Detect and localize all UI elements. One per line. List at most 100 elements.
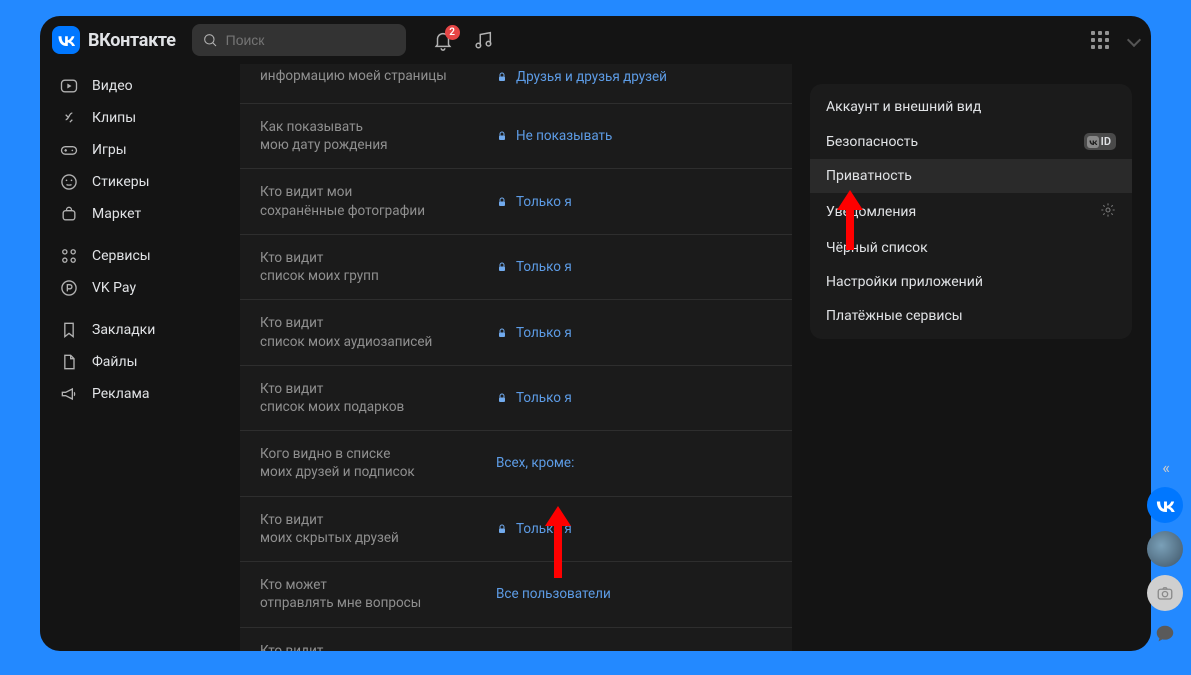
sidebar-item-label: Видео <box>92 78 133 94</box>
rail-camera-button[interactable] <box>1147 575 1183 611</box>
settings-nav-label: Уведомления <box>826 204 916 220</box>
privacy-row-value[interactable]: Всех, кроме: <box>496 455 574 471</box>
privacy-row: Кто видитсписок моих аудиозаписейТолько … <box>240 300 792 365</box>
sidebar-item-market[interactable]: Маркет <box>48 198 240 230</box>
sidebar-item-label: Сервисы <box>92 248 151 264</box>
lock-icon <box>496 392 508 404</box>
sidebar-item-bookmarks[interactable]: Закладки <box>48 314 240 346</box>
sidebar-item-ads[interactable]: Реклама <box>48 378 240 410</box>
sidebar-item-label: Игры <box>92 142 127 158</box>
services-icon <box>58 245 80 267</box>
sidebar-item-video[interactable]: Видео <box>48 70 240 102</box>
sidebar-item-clips[interactable]: Клипы <box>48 102 240 134</box>
search-icon <box>202 32 218 48</box>
settings-nav-label: Чёрный список <box>826 240 928 256</box>
music-button[interactable] <box>472 29 494 51</box>
rail-user-avatar[interactable] <box>1147 531 1183 567</box>
privacy-row-value[interactable]: Только я <box>496 390 572 406</box>
search-input[interactable] <box>226 32 396 48</box>
settings-nav-label: Настройки приложений <box>826 274 983 290</box>
header: ВКонтакте 2 <box>40 16 1151 64</box>
privacy-row-label: информацию моей страницы <box>260 67 496 85</box>
privacy-row-value[interactable]: Только я <box>496 259 572 275</box>
lock-icon <box>496 71 508 83</box>
clips-icon <box>58 107 80 129</box>
privacy-row-label: Кто можетотправлять мне вопросы <box>260 576 496 612</box>
camera-icon <box>1156 584 1174 602</box>
privacy-row-label: Кого видно в спискемоих друзей и подписо… <box>260 445 496 481</box>
settings-nav-label: Платёжные сервисы <box>826 308 963 324</box>
stickers-icon <box>58 171 80 193</box>
settings-nav-label: Приватность <box>826 168 912 184</box>
files-icon <box>58 351 80 373</box>
privacy-row-label: Кто видитмоих скрытых друзей <box>260 511 496 547</box>
settings-nav-item[interactable]: Аккаунт и внешний вид <box>810 90 1132 124</box>
vk-logo-icon <box>52 26 80 54</box>
sidebar-item-stickers[interactable]: Стикеры <box>48 166 240 198</box>
settings-nav-label: Безопасность <box>826 134 918 150</box>
settings-nav-column: Аккаунт и внешний вид Безопасность ID Прива… <box>810 64 1132 651</box>
chat-icon <box>1154 623 1176 645</box>
sidebar-item-label: Реклама <box>92 386 149 402</box>
privacy-row-value[interactable]: Все пользователи <box>496 586 611 602</box>
privacy-row: Кто видитсписок моих подарковТолько я <box>240 366 792 431</box>
rail-chat-button[interactable] <box>1154 623 1176 649</box>
settings-nav-item[interactable]: Настройки приложений <box>810 265 1132 299</box>
privacy-row-label: Кто видитсписок моих подарков <box>260 380 496 416</box>
privacy-row-value[interactable]: Только я <box>496 325 572 341</box>
privacy-row-label: Как показыватьмою дату рождения <box>260 118 496 154</box>
sidebar-item-services[interactable]: Сервисы <box>48 240 240 272</box>
bookmarks-icon <box>58 319 80 341</box>
floating-rail: ‹‹ <box>1147 458 1183 649</box>
sidebar-item-label: Стикеры <box>92 174 150 190</box>
privacy-row: информацию моей страницыДрузья и друзья … <box>240 64 792 104</box>
lock-icon <box>496 327 508 339</box>
sidebar-item-files[interactable]: Файлы <box>48 346 240 378</box>
games-icon <box>58 139 80 161</box>
gear-icon <box>1100 202 1116 222</box>
settings-nav-item[interactable]: Безопасность ID <box>810 124 1132 159</box>
lock-icon <box>496 130 508 142</box>
sidebar-item-vkpay[interactable]: VK Pay <box>48 272 240 304</box>
vkpay-icon <box>58 277 80 299</box>
ads-icon <box>58 383 80 405</box>
privacy-settings-panel: информацию моей страницыДрузья и друзья … <box>240 64 792 651</box>
privacy-row: Кто видитсписок моих значковВсе пользова… <box>240 628 792 652</box>
apps-grid-button[interactable] <box>1091 31 1109 49</box>
settings-nav-label: Аккаунт и внешний вид <box>826 99 981 115</box>
search-input-wrap[interactable] <box>192 24 406 56</box>
settings-nav-item[interactable]: Приватность <box>810 159 1132 193</box>
sidebar-item-games[interactable]: Игры <box>48 134 240 166</box>
music-icon <box>472 29 494 51</box>
notifications-badge: 2 <box>445 25 460 40</box>
notifications-button[interactable]: 2 <box>432 29 454 51</box>
privacy-row: Кто видитмоих скрытых друзейТолько я <box>240 497 792 562</box>
vkid-badge: ID <box>1084 133 1116 150</box>
rail-vk-avatar[interactable] <box>1147 487 1183 523</box>
privacy-row: Кого видно в спискемоих друзей и подписо… <box>240 431 792 496</box>
privacy-row: Кто можетотправлять мне вопросыВсе польз… <box>240 562 792 627</box>
collapse-rail-button[interactable]: ‹‹ <box>1162 458 1168 477</box>
privacy-row: Как показыватьмою дату рожденияНе показы… <box>240 104 792 169</box>
privacy-row-label: Кто видитсписок моих значков <box>260 642 496 652</box>
brand-text: ВКонтакте <box>88 30 176 51</box>
sidebar-item-label: Файлы <box>92 354 137 370</box>
settings-nav-item[interactable]: Чёрный список <box>810 231 1132 265</box>
privacy-row: Кто видитсписок моих группТолько я <box>240 235 792 300</box>
settings-nav-item[interactable]: Платёжные сервисы <box>810 299 1132 333</box>
sidebar: Видео Клипы Игры Стикеры Маркет Серв <box>40 64 240 651</box>
privacy-row-value[interactable]: Друзья и друзья друзей <box>496 69 667 85</box>
privacy-row-value[interactable]: Только я <box>496 194 572 210</box>
sidebar-item-label: Закладки <box>92 322 155 338</box>
lock-icon <box>496 523 508 535</box>
privacy-row-value[interactable]: Только я <box>496 521 572 537</box>
privacy-row-label: Кто видитсписок моих аудиозаписей <box>260 314 496 350</box>
sidebar-item-label: Маркет <box>92 206 141 222</box>
privacy-row-value[interactable]: Не показывать <box>496 128 612 144</box>
account-menu-chevron-icon[interactable] <box>1127 33 1141 47</box>
sidebar-item-label: VK Pay <box>92 280 136 296</box>
logo[interactable]: ВКонтакте <box>52 26 176 54</box>
settings-nav-item[interactable]: Уведомления <box>810 193 1132 231</box>
settings-nav-card: Аккаунт и внешний вид Безопасность ID Прива… <box>810 84 1132 339</box>
video-icon <box>58 75 80 97</box>
